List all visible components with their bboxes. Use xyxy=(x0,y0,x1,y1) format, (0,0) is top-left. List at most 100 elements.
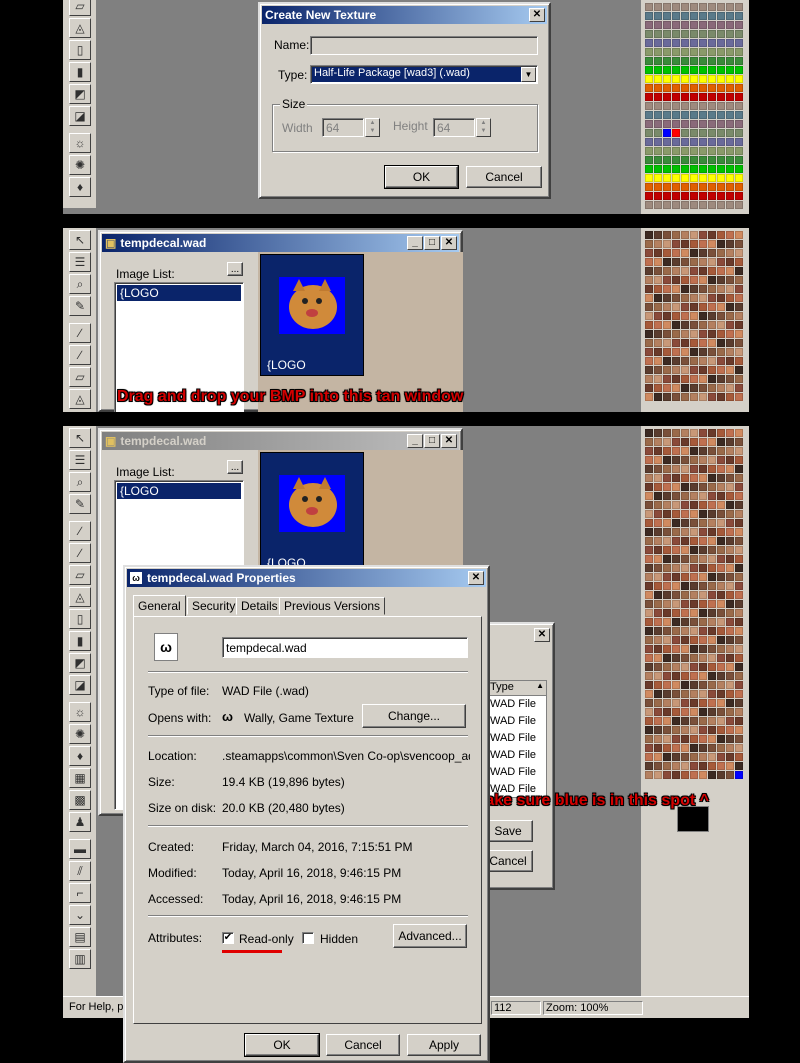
palette-swatch[interactable] xyxy=(735,393,743,401)
palette-swatch[interactable] xyxy=(645,429,653,437)
palette-swatch[interactable] xyxy=(681,339,689,347)
palette-swatch[interactable] xyxy=(717,546,725,554)
palette-swatch[interactable] xyxy=(672,258,680,266)
palette-swatch[interactable] xyxy=(645,249,653,257)
line-tool-icon[interactable]: ▬ xyxy=(69,839,91,859)
palette-swatch[interactable] xyxy=(654,129,662,137)
palette-swatch[interactable] xyxy=(726,609,734,617)
palette-swatch[interactable] xyxy=(681,744,689,752)
palette-swatch[interactable] xyxy=(690,93,698,101)
palette-swatch[interactable] xyxy=(726,30,734,38)
palette-swatch[interactable] xyxy=(699,294,707,302)
palette-swatch[interactable] xyxy=(735,663,743,671)
palette-swatch[interactable] xyxy=(672,249,680,257)
palette-swatch[interactable] xyxy=(699,699,707,707)
palette-swatch[interactable] xyxy=(645,384,653,392)
palette-swatch[interactable] xyxy=(663,582,671,590)
palette-swatch[interactable] xyxy=(717,21,725,29)
palette-swatch[interactable] xyxy=(663,111,671,119)
palette-swatch[interactable] xyxy=(654,147,662,155)
palette-swatch[interactable] xyxy=(654,201,662,209)
palette-swatch[interactable] xyxy=(645,339,653,347)
palette-swatch[interactable] xyxy=(735,501,743,509)
palette-swatch[interactable] xyxy=(645,717,653,725)
palette-swatch[interactable] xyxy=(690,39,698,47)
palette-swatch[interactable] xyxy=(672,276,680,284)
palette-swatch[interactable] xyxy=(681,582,689,590)
palette-swatch[interactable] xyxy=(654,771,662,779)
palette-swatch[interactable] xyxy=(690,48,698,56)
palette-swatch[interactable] xyxy=(708,744,716,752)
palette-swatch[interactable] xyxy=(717,483,725,491)
palette-swatch[interactable] xyxy=(681,147,689,155)
palette-swatch[interactable] xyxy=(681,348,689,356)
zoom-tool-icon[interactable]: ⌕ xyxy=(69,274,91,294)
palette-swatch[interactable] xyxy=(663,501,671,509)
palette-swatch[interactable] xyxy=(654,138,662,146)
palette-swatch[interactable] xyxy=(708,75,716,83)
palette-swatch[interactable] xyxy=(735,57,743,65)
palette-swatch[interactable] xyxy=(717,249,725,257)
palette-swatch[interactable] xyxy=(654,456,662,464)
palette-swatch[interactable] xyxy=(645,672,653,680)
palette-swatch[interactable] xyxy=(699,201,707,209)
palette-swatch[interactable] xyxy=(699,483,707,491)
palette-swatch[interactable] xyxy=(699,285,707,293)
palette-swatch[interactable] xyxy=(726,546,734,554)
palette-swatch[interactable] xyxy=(654,474,662,482)
palette-swatch[interactable] xyxy=(708,39,716,47)
palette-swatch[interactable] xyxy=(708,57,716,65)
palette-swatch[interactable] xyxy=(717,348,725,356)
palette-swatch[interactable] xyxy=(735,93,743,101)
palette-swatch[interactable] xyxy=(708,636,716,644)
palette-swatch[interactable] xyxy=(645,609,653,617)
picker-tool-icon[interactable]: ✎ xyxy=(69,296,91,316)
palette-swatch[interactable] xyxy=(681,672,689,680)
palette-swatch[interactable] xyxy=(663,726,671,734)
palette-swatch[interactable] xyxy=(645,201,653,209)
palette-swatch[interactable] xyxy=(717,555,725,563)
palette-swatch[interactable] xyxy=(717,645,725,653)
palette-swatch[interactable] xyxy=(672,744,680,752)
palette-swatch[interactable] xyxy=(645,708,653,716)
palette-swatch[interactable] xyxy=(735,564,743,572)
palette-swatch[interactable] xyxy=(726,267,734,275)
fill-tool-icon[interactable]: ◬ xyxy=(69,587,91,607)
palette-swatch[interactable] xyxy=(654,744,662,752)
palette-swatch[interactable] xyxy=(672,321,680,329)
cancel-button[interactable]: Cancel xyxy=(326,1034,400,1056)
palette-swatch[interactable] xyxy=(708,321,716,329)
palette-swatch[interactable] xyxy=(654,501,662,509)
palette-swatch[interactable] xyxy=(645,519,653,527)
palette-swatch[interactable] xyxy=(699,546,707,554)
palette-swatch[interactable] xyxy=(672,330,680,338)
palette-swatch[interactable] xyxy=(681,465,689,473)
palette-swatch[interactable] xyxy=(717,699,725,707)
palette-swatch[interactable] xyxy=(681,636,689,644)
palette-swatch[interactable] xyxy=(672,591,680,599)
palette-swatch[interactable] xyxy=(708,447,716,455)
palette-swatch[interactable] xyxy=(726,183,734,191)
palette-swatch[interactable] xyxy=(717,762,725,770)
palette-swatch[interactable] xyxy=(735,366,743,374)
palette-swatch[interactable] xyxy=(735,375,743,383)
palette-swatch[interactable] xyxy=(672,393,680,401)
palette-swatch[interactable] xyxy=(735,231,743,239)
palette-swatch[interactable] xyxy=(681,483,689,491)
palette-swatch[interactable] xyxy=(735,276,743,284)
palette-swatch[interactable] xyxy=(663,165,671,173)
palette-swatch[interactable] xyxy=(726,672,734,680)
palette-swatch[interactable] xyxy=(654,600,662,608)
palette-swatch[interactable] xyxy=(654,384,662,392)
palette-swatch[interactable] xyxy=(681,537,689,545)
palette-swatch[interactable] xyxy=(663,618,671,626)
change-button[interactable]: Change... xyxy=(362,704,466,728)
zoom-tool-icon[interactable]: ⌕ xyxy=(69,472,91,492)
palette-swatch[interactable] xyxy=(708,201,716,209)
palette-swatch[interactable] xyxy=(681,201,689,209)
palette-swatch[interactable] xyxy=(663,573,671,581)
width-spinner[interactable]: ▲ ▼ xyxy=(365,118,380,137)
select-tool-icon[interactable]: ↖ xyxy=(69,230,91,250)
palette-swatch[interactable] xyxy=(681,267,689,275)
palette-swatch[interactable] xyxy=(681,555,689,563)
